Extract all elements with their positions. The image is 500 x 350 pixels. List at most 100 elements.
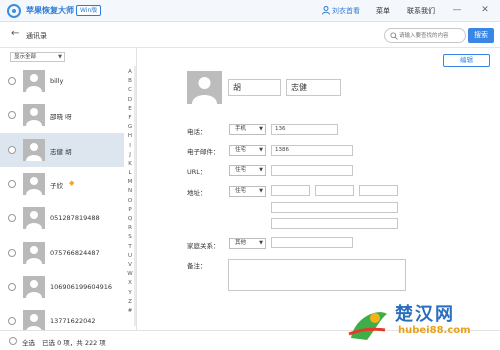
- family-input[interactable]: [271, 237, 353, 248]
- alphabet-index-letter[interactable]: U: [124, 252, 136, 261]
- url-type-value: 住宅: [235, 167, 247, 173]
- user-name-link[interactable]: 刘衣首看: [332, 6, 360, 16]
- address-country-input[interactable]: [271, 185, 310, 196]
- contact-select-radio[interactable]: [8, 214, 16, 223]
- select-all-label[interactable]: 全选: [22, 337, 35, 347]
- alphabet-index-letter[interactable]: A: [124, 68, 136, 77]
- alphabet-index-letter[interactable]: Z: [124, 298, 136, 307]
- alphabet-index-letter[interactable]: Y: [124, 289, 136, 298]
- watermark-logo-icon: [348, 312, 387, 340]
- alphabet-index-letter[interactable]: M: [124, 178, 136, 187]
- email-type-select[interactable]: 住宅 ▼: [229, 145, 266, 156]
- address-province-input[interactable]: [315, 185, 354, 196]
- user-icon[interactable]: [322, 6, 330, 15]
- phone-input[interactable]: 136: [271, 124, 338, 135]
- url-label: URL：: [187, 168, 207, 176]
- contact-list-item[interactable]: 051287819488: [0, 201, 124, 235]
- note-label: 备注：: [187, 262, 207, 270]
- contact-list-item[interactable]: 075766824487: [0, 236, 124, 270]
- contact-select-radio[interactable]: [8, 111, 16, 120]
- minimize-button[interactable]: —: [450, 3, 464, 17]
- url-type-select[interactable]: 住宅 ▼: [229, 165, 266, 176]
- contact-list-item[interactable]: 志健 胡: [0, 132, 124, 167]
- alphabet-index-letter[interactable]: K: [124, 160, 136, 169]
- alphabet-index-letter[interactable]: G: [124, 123, 136, 132]
- alphabet-index-letter[interactable]: C: [124, 86, 136, 95]
- chevron-down-icon: ▼: [259, 188, 263, 194]
- chevron-down-icon: ▼: [259, 240, 263, 246]
- address-zip-input[interactable]: [271, 218, 398, 229]
- close-button[interactable]: ✕: [478, 3, 492, 17]
- alphabet-index-letter[interactable]: W: [124, 270, 136, 279]
- alphabet-index-letter[interactable]: E: [124, 105, 136, 114]
- contact-select-radio[interactable]: [8, 77, 16, 85]
- contact-name: 051287819488: [50, 214, 100, 223]
- person-icon: [26, 245, 42, 264]
- contact-avatar: [23, 207, 45, 230]
- alphabet-index-letter[interactable]: R: [124, 224, 136, 233]
- first-name-field[interactable]: 志健: [286, 79, 341, 96]
- contact-select-radio[interactable]: [8, 248, 16, 257]
- contact-avatar: [23, 172, 45, 195]
- alphabet-index-letter[interactable]: #: [124, 307, 136, 316]
- person-icon: [192, 77, 217, 104]
- family-type-select[interactable]: 其他 ▼: [229, 238, 266, 249]
- contact-name: 13771622042: [50, 317, 96, 326]
- contact-avatar: [23, 70, 45, 92]
- contact-name: 106906199604916: [50, 282, 113, 291]
- search-input[interactable]: [399, 31, 463, 41]
- chevron-down-icon: ▼: [259, 126, 263, 132]
- contact-select-radio[interactable]: [8, 145, 16, 154]
- address-type-value: 住宅: [235, 188, 247, 194]
- alphabet-index-letter[interactable]: B: [124, 77, 136, 86]
- menu-button[interactable]: 菜单: [376, 6, 390, 16]
- email-input[interactable]: 1386: [271, 145, 353, 156]
- note-textarea[interactable]: [228, 259, 406, 291]
- contact-select-radio[interactable]: [8, 282, 16, 291]
- contact-list-item[interactable]: 子欣 ◆: [0, 167, 124, 201]
- filter-select[interactable]: 显示全部 ▼: [10, 52, 65, 62]
- alphabet-index-letter[interactable]: T: [124, 243, 136, 252]
- alphabet-index-letter[interactable]: L: [124, 169, 136, 178]
- last-name-field[interactable]: 胡: [228, 79, 281, 96]
- alphabet-index-letter[interactable]: Q: [124, 215, 136, 224]
- address-street-input[interactable]: [271, 202, 398, 213]
- phone-type-select[interactable]: 手机 ▼: [229, 124, 266, 135]
- search-button[interactable]: 搜索: [468, 28, 494, 43]
- address-city-input[interactable]: [359, 185, 398, 196]
- alphabet-index-letter[interactable]: D: [124, 96, 136, 105]
- alphabet-index-letter[interactable]: S: [124, 233, 136, 242]
- alphabet-index-letter[interactable]: H: [124, 132, 136, 141]
- alphabet-index-letter[interactable]: N: [124, 187, 136, 196]
- contact-list-item[interactable]: 邵晓 呀: [0, 98, 124, 132]
- app-logo-icon: [7, 4, 21, 18]
- contact-select-radio[interactable]: [8, 179, 16, 188]
- edit-button[interactable]: 编辑: [443, 54, 490, 67]
- contact-avatar: [187, 71, 222, 104]
- person-icon: [26, 142, 42, 161]
- contact-list-item[interactable]: 106906199604916: [0, 270, 124, 304]
- address-type-select[interactable]: 住宅 ▼: [229, 186, 266, 197]
- alphabet-index-letter[interactable]: F: [124, 114, 136, 123]
- search-box[interactable]: [384, 28, 466, 43]
- alphabet-index-letter[interactable]: X: [124, 279, 136, 288]
- alphabet-index-letter[interactable]: I: [124, 142, 136, 151]
- page-title: 通讯录: [26, 32, 47, 40]
- email-type-value: 住宅: [235, 147, 247, 153]
- alphabet-index-letter[interactable]: P: [124, 206, 136, 215]
- alphabet-index-letter[interactable]: O: [124, 197, 136, 206]
- contact-list-item[interactable]: billy: [0, 64, 124, 98]
- person-icon: [26, 279, 42, 298]
- contact-us-link[interactable]: 联系我们: [407, 6, 435, 16]
- alphabet-index-letter[interactable]: J: [124, 151, 136, 160]
- selection-summary: 已选 0 项，共 222 项: [42, 339, 106, 347]
- watermark-url: hubei88.com: [398, 325, 471, 336]
- contact-avatar: [23, 104, 45, 127]
- contact-name: 子欣: [50, 181, 63, 190]
- contact-select-radio[interactable]: [8, 317, 16, 326]
- chevron-down-icon: ▼: [58, 54, 62, 60]
- alphabet-index-letter[interactable]: V: [124, 261, 136, 270]
- back-arrow-icon[interactable]: ←: [11, 28, 19, 39]
- select-all-radio[interactable]: [9, 337, 17, 345]
- url-input[interactable]: [271, 165, 353, 176]
